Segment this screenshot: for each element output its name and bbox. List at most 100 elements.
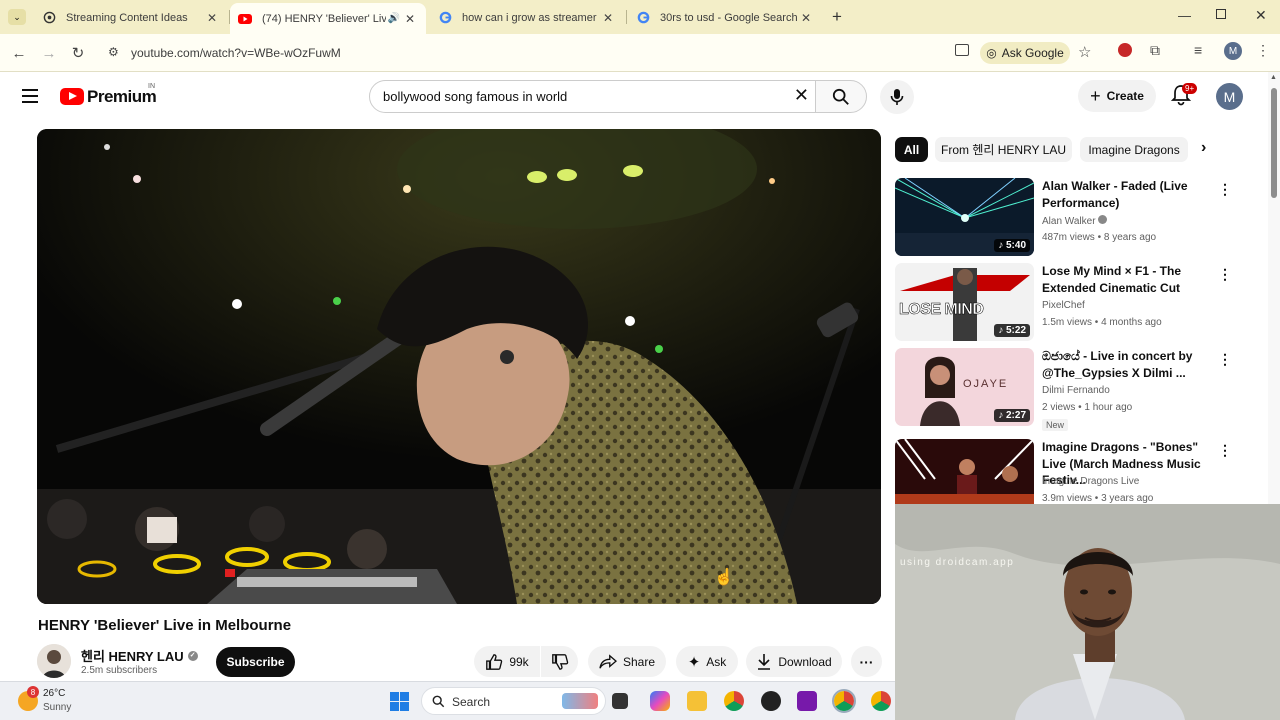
recommendation-meta: 1.5m views • 4 months ago [1042, 317, 1162, 328]
restore-window-icon[interactable] [1216, 9, 1226, 19]
tab-title: (74) HENRY 'Believer' Live in [262, 12, 386, 25]
chrome-profile-app-icon[interactable] [832, 689, 856, 713]
video-player[interactable]: ☝ [37, 129, 881, 604]
subscriber-count: 2.5m subscribers [81, 665, 158, 676]
chip-all[interactable]: All [895, 137, 928, 162]
recommendation-title[interactable]: Alan Walker - Faded (Live Performance) [1042, 178, 1217, 211]
search-icon [832, 88, 849, 105]
obs-app-icon[interactable] [761, 691, 781, 711]
back-arrow-icon[interactable]: ← [7, 41, 31, 65]
extension-badge-icon[interactable] [1118, 43, 1132, 57]
chrome-profile-2-app-icon[interactable] [871, 691, 891, 711]
tab-close-icon[interactable]: ✕ [600, 11, 616, 25]
forward-arrow-icon[interactable]: → [37, 41, 61, 65]
page-scrollbar-thumb[interactable] [1271, 88, 1277, 198]
tab-close-icon[interactable]: ✕ [798, 11, 814, 25]
thumbs-up-icon [486, 653, 503, 670]
windows-taskbar: 8 26°C Sunny Search [0, 681, 895, 720]
chrome-menu-icon[interactable]: ⋮ [1256, 42, 1270, 59]
video-thumbnail[interactable] [895, 439, 1034, 504]
ask-google-button[interactable]: ◎ Ask Google [980, 42, 1070, 64]
scroll-up-arrow-icon[interactable]: ▲ [1270, 74, 1277, 81]
reload-icon[interactable]: ↻ [66, 41, 90, 65]
youtube-premium-logo-text[interactable]: Premium [87, 87, 157, 107]
tab-title: how can i grow as streamer on [462, 11, 600, 24]
share-button[interactable]: Share [588, 646, 666, 677]
account-avatar[interactable]: M [1216, 83, 1243, 110]
video-thumbnail[interactable]: LOSE MIND ♪ 5:22 [895, 263, 1034, 341]
extensions-puzzle-icon[interactable]: ⧉ [1150, 42, 1160, 59]
site-info-icon[interactable]: ⚙ [108, 45, 119, 59]
more-actions-button[interactable]: ··· [851, 646, 882, 677]
video-thumbnail[interactable]: OJAYE ♪ 2:27 [895, 348, 1034, 426]
dislike-button[interactable] [541, 646, 578, 677]
recommendation-meta: 3.9m views • 3 years ago [1042, 493, 1154, 504]
more-options-icon[interactable]: ⋮ [1218, 442, 1232, 459]
voice-search-button[interactable] [880, 80, 914, 114]
browser-tab-henry-believer[interactable]: (74) HENRY 'Believer' Live in 🔊 ✕ [230, 3, 426, 34]
recommendation-channel[interactable]: Imagine Dragons Live [1042, 476, 1139, 487]
thumbnail-text: LOSE MIND [899, 301, 984, 319]
task-view-icon[interactable] [612, 693, 628, 709]
recommendation-item[interactable]: ♪ 5:40 Alan Walker - Faded (Live Perform… [895, 178, 1235, 258]
search-input[interactable]: bollywood song famous in world ✕ [369, 80, 816, 113]
browser-tab-strip: ⌄ Streaming Content Ideas ✕ (74) HENRY '… [0, 0, 1280, 34]
address-bar[interactable]: ⚙ youtube.com/watch?v=WBe-wOzFuwM ◎ Ask … [100, 39, 1280, 67]
download-button[interactable]: Download [746, 646, 842, 677]
onenote-app-icon[interactable] [797, 691, 817, 711]
recommendation-item[interactable]: LOSE MIND ♪ 5:22 Lose My Mind × F1 - The… [895, 263, 1235, 343]
more-options-icon[interactable]: ⋮ [1218, 181, 1232, 198]
subscribe-button[interactable]: Subscribe [216, 647, 295, 677]
create-button[interactable]: + Create [1078, 80, 1156, 112]
recommendation-channel[interactable]: Alan Walker [1042, 215, 1108, 227]
chip-from-henry-lau[interactable]: From 헨리 HENRY LAU [935, 137, 1072, 162]
weather-notification-badge: 8 [27, 686, 39, 698]
install-app-icon[interactable] [955, 44, 969, 56]
duration-badge: ♪ 5:40 [994, 239, 1030, 252]
recommendation-title[interactable]: Lose My Mind × F1 - The Extended Cinemat… [1042, 263, 1217, 296]
weather-condition[interactable]: Sunny [43, 702, 71, 713]
recommendation-title[interactable]: ඔජායේ - Live in concert by @The_Gypsies … [1042, 348, 1217, 381]
media-control-icon[interactable]: ≡ [1194, 42, 1202, 58]
browser-tab-streaming-ideas[interactable]: Streaming Content Ideas ✕ [34, 5, 228, 30]
like-button[interactable]: 99k [474, 646, 540, 677]
tab-search-dropdown[interactable]: ⌄ [8, 9, 26, 25]
recommendation-item[interactable]: OJAYE ♪ 2:27 ඔජායේ - Live in concert by … [895, 348, 1235, 438]
recommendation-channel[interactable]: Dilmi Fernando [1042, 385, 1110, 396]
ask-button[interactable]: ✦ Ask [676, 646, 738, 677]
browser-toolbar: ← → ↻ ⚙ youtube.com/watch?v=WBe-wOzFuwM … [0, 34, 1280, 72]
lens-icon: ◎ [986, 46, 997, 60]
channel-avatar[interactable] [37, 644, 71, 678]
browser-tab-30rs-usd[interactable]: 30rs to usd - Google Search ✕ [628, 5, 822, 30]
minimize-window-icon[interactable]: — [1178, 8, 1191, 23]
plus-icon: + [1090, 85, 1101, 106]
channel-name-text: 헨리 HENRY LAU [81, 649, 184, 664]
taskbar-search-box[interactable]: Search [421, 687, 606, 715]
close-window-icon[interactable]: ✕ [1255, 7, 1267, 24]
new-tab-plus-icon[interactable]: + [832, 7, 842, 27]
clear-search-icon[interactable]: ✕ [794, 85, 809, 106]
more-options-icon[interactable]: ⋮ [1218, 351, 1232, 368]
channel-name[interactable]: 헨리 HENRY LAU ✓ [81, 646, 198, 665]
recommendation-item[interactable]: Imagine Dragons - "Bones" Live (March Ma… [895, 439, 1235, 504]
browser-tab-grow-streamer[interactable]: how can i grow as streamer on ✕ [430, 5, 624, 30]
video-thumbnail[interactable]: ♪ 5:40 [895, 178, 1034, 256]
file-explorer-icon[interactable] [687, 691, 707, 711]
windows-start-icon[interactable] [390, 692, 409, 711]
copilot-icon[interactable] [650, 691, 670, 711]
chip-imagine-dragons[interactable]: Imagine Dragons [1080, 137, 1188, 162]
tab-close-icon[interactable]: ✕ [204, 11, 220, 25]
chrome-app-icon[interactable] [724, 691, 744, 711]
recommendation-channel[interactable]: PixelChef [1042, 300, 1085, 311]
more-options-icon[interactable]: ⋮ [1218, 266, 1232, 283]
webcam-overlay-text: using droidcam.app [900, 557, 1015, 568]
bookmark-star-icon[interactable]: ☆ [1078, 43, 1091, 61]
hamburger-menu-icon[interactable] [22, 89, 38, 103]
chips-next-arrow-icon[interactable]: › [1201, 139, 1206, 157]
tab-close-icon[interactable]: ✕ [402, 12, 418, 26]
weather-temperature[interactable]: 26°C [43, 688, 65, 699]
profile-avatar[interactable]: M [1224, 42, 1242, 60]
speaker-icon[interactable]: 🔊 [386, 13, 402, 24]
youtube-logo-icon[interactable] [60, 88, 84, 105]
search-button[interactable] [815, 80, 867, 113]
